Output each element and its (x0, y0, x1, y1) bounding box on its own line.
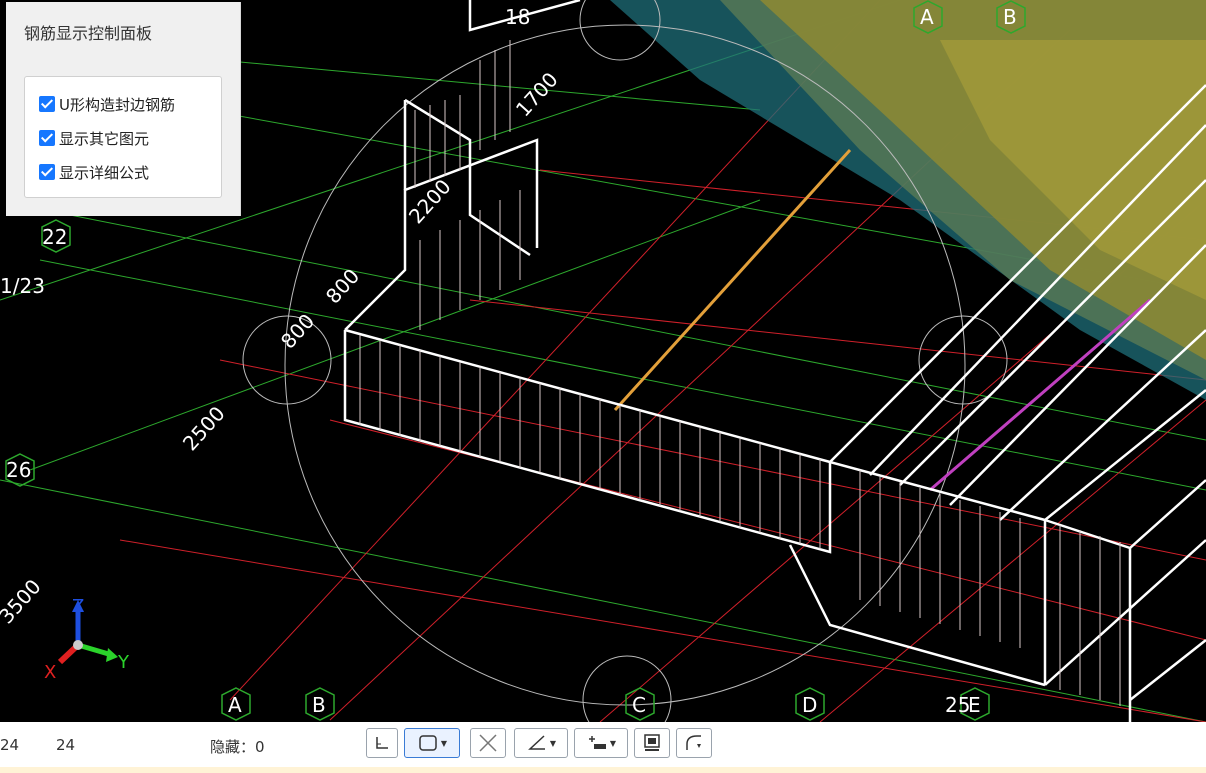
dimension-label: 2200 (404, 174, 456, 228)
status-value: 24 (56, 736, 76, 754)
checkbox-label: 显示其它图元 (59, 129, 150, 148)
axis-label: 22 (42, 225, 67, 249)
dimension-label: 800 (276, 309, 319, 353)
checkbox-show-other-elements[interactable]: 显示其它图元 (39, 127, 149, 149)
axis-label: 18 (505, 5, 530, 29)
angle-tool-button[interactable]: ▼ (514, 728, 568, 758)
dimension-label: 3500 (0, 574, 46, 628)
status-value: 24 (0, 736, 20, 754)
rebar-control-panel: 钢筋显示控制面板 U形构造封边钢筋 显示其它图元 显示详细公式 (6, 2, 241, 216)
axis-triad: Z Y X (44, 596, 130, 683)
view-button[interactable] (634, 728, 670, 758)
chevron-down-icon: ▼ (609, 738, 617, 748)
checkbox-label: 显示详细公式 (59, 163, 150, 182)
dimension-label: 800 (321, 264, 364, 308)
status-strip (0, 767, 1206, 773)
checkbox-group: U形构造封边钢筋 显示其它图元 显示详细公式 (24, 76, 222, 198)
angle-tool-icon (528, 735, 545, 750)
axis-label: B (1003, 5, 1017, 29)
checkbox-label: U形构造封边钢筋 (59, 95, 175, 114)
axis-label: D (802, 693, 817, 717)
orange-rebar (613, 148, 852, 412)
view-icon (644, 734, 660, 751)
dimension-label: 1700 (511, 67, 563, 121)
cross-select-icon (479, 734, 497, 752)
checkbox-u-edge-rebar[interactable]: U形构造封边钢筋 (39, 93, 175, 115)
checkbox-checked-icon[interactable] (39, 96, 55, 112)
triad-label: Y (117, 652, 130, 673)
checkbox-show-detailed-formula[interactable]: 显示详细公式 (39, 161, 149, 183)
axis-label: 26 (6, 458, 31, 482)
axis-label: B (312, 693, 326, 717)
axis-label: 25 (945, 693, 970, 717)
arc-tool-button[interactable] (676, 728, 712, 758)
corner-tool-button[interactable] (366, 728, 398, 758)
corner-tool-icon (376, 737, 388, 749)
insert-point-button[interactable]: ▼ (574, 728, 628, 758)
insert-point-icon (588, 736, 606, 749)
arc-tool-icon (686, 735, 701, 750)
checkbox-checked-icon[interactable] (39, 130, 55, 146)
rect-select-button[interactable]: ▼ (404, 728, 460, 758)
dimension-label: 2500 (178, 401, 230, 455)
panel-title: 钢筋显示控制面板 (24, 24, 153, 43)
axis-label: 1/23 (0, 274, 45, 298)
chevron-down-icon: ▼ (549, 738, 557, 748)
axis-label: A (920, 5, 934, 29)
triad-label: X (44, 662, 56, 683)
triad-label: Z (72, 596, 84, 617)
rect-select-icon (419, 735, 437, 751)
axis-label: C (632, 693, 646, 717)
chevron-down-icon: ▼ (440, 738, 448, 748)
cross-select-button[interactable] (470, 728, 506, 758)
hidden-count: 隐藏：0 (210, 738, 265, 756)
status-bar: 24 24 隐藏：0 ▼ ▼ ▼ (0, 722, 1206, 773)
axis-label: A (228, 693, 242, 717)
axis-label: E (968, 693, 981, 717)
checkbox-checked-icon[interactable] (39, 164, 55, 180)
